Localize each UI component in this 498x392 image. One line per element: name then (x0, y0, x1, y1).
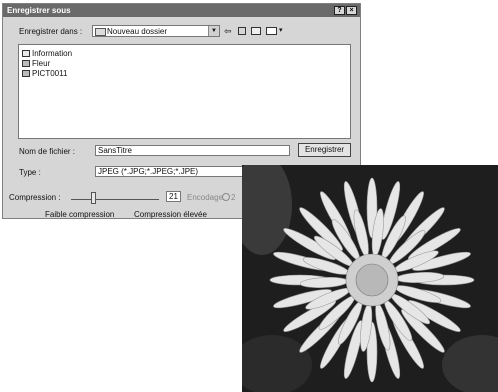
file-list-item[interactable]: PICT0011 (22, 68, 67, 79)
folder-icon (95, 28, 106, 36)
save-button[interactable]: Enregistrer (298, 143, 351, 157)
up-folder-icon[interactable] (238, 27, 246, 35)
filename-field[interactable]: SansTitre (95, 145, 290, 156)
type-label: Type : (19, 168, 41, 177)
folder-icon (22, 50, 30, 58)
dialog-title: Enregistrer sous (7, 6, 71, 15)
save-in-label: Enregistrer dans : (19, 27, 83, 36)
file-name: Fleur (32, 59, 51, 68)
back-arrow-icon[interactable]: ⇦ (224, 26, 234, 36)
image-file-icon (22, 70, 30, 78)
encoding-option: 2 (231, 193, 236, 202)
view-menu-icon[interactable] (266, 27, 277, 35)
help-button[interactable]: ? (334, 6, 345, 15)
type-dropdown[interactable]: JPEG (*.JPG;*.JPEG;*.JPE) (95, 166, 245, 177)
save-in-value: Nouveau dossier (107, 27, 168, 36)
save-in-dropdown[interactable]: Nouveau dossier ▼ (92, 25, 220, 37)
compression-slider-track[interactable] (71, 199, 159, 200)
close-button[interactable]: × (346, 6, 357, 15)
compression-value[interactable]: 21 (166, 191, 181, 202)
file-list[interactable]: Information Fleur PICT0011 (18, 44, 351, 139)
low-compression-label: Faible compression (45, 210, 115, 219)
compression-label: Compression : (9, 193, 61, 202)
dialog-titlebar: Enregistrer sous ? × (3, 4, 360, 17)
chevron-down-icon: ▼ (208, 26, 219, 36)
encoding-label: Encodage (187, 193, 224, 202)
filename-label: Nom de fichier : (19, 147, 76, 156)
compression-slider-thumb[interactable] (91, 192, 96, 204)
encoding-radio[interactable] (222, 193, 230, 201)
file-name: PICT0011 (32, 69, 68, 78)
new-folder-icon[interactable] (251, 27, 261, 35)
flower-photo (242, 165, 498, 392)
file-name: Information (32, 49, 73, 58)
image-file-icon (22, 60, 30, 68)
view-menu-chevron-icon[interactable]: ▾ (279, 26, 283, 34)
high-compression-label: Compression élevée (134, 210, 207, 219)
